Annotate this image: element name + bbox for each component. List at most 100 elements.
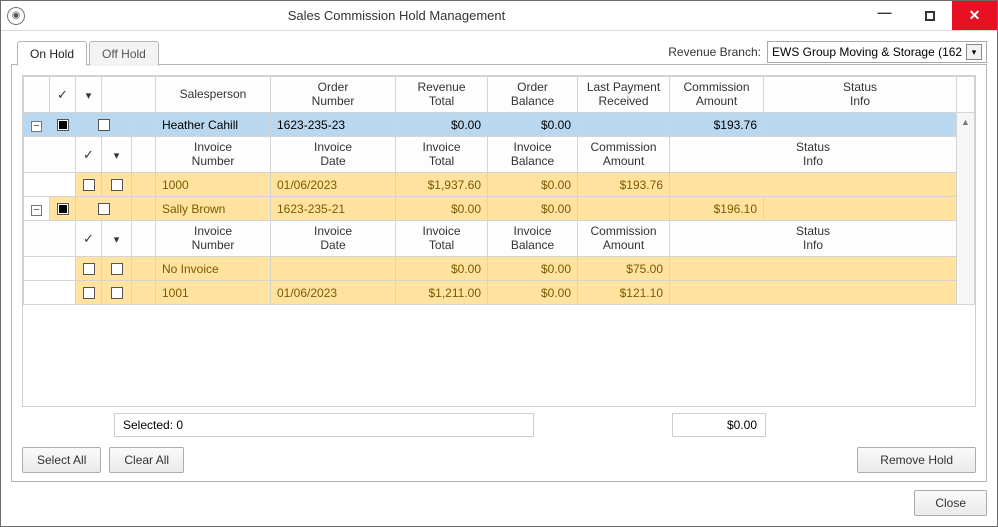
collapse-icon[interactable]: − [31,205,42,216]
col-spacer [102,77,156,113]
cell-salesperson: Heather Cahill [156,113,271,137]
cell-status-info [670,281,957,305]
table-row[interactable]: 1001 01/06/2023 $1,211.00 $0.00 $121.10 [24,281,975,305]
row-checkbox[interactable] [83,263,95,275]
cell-revenue-total: $0.00 [396,113,488,137]
subcol-invoice-number[interactable]: InvoiceNumber [156,221,271,257]
subcol-invoice-total[interactable]: InvoiceTotal [396,137,488,173]
table-row[interactable]: − Heather Cahill 1623-235-23 $0.00 $0.00… [24,113,975,137]
grid-panel: Salesperson OrderNumber RevenueTotal Ord… [11,64,987,482]
cell-salesperson: Sally Brown [156,197,271,221]
grid-body: Salesperson OrderNumber RevenueTotal Ord… [23,76,975,406]
close-window-button[interactable]: ✕ [952,1,997,30]
revenue-branch-label: Revenue Branch: [668,45,761,59]
cell-revenue-total: $0.00 [396,197,488,221]
cell-invoice-balance: $0.00 [488,257,578,281]
window-title: Sales Commission Hold Management [31,8,762,23]
subcol-status-info[interactable]: StatusInfo [670,221,957,257]
cell-status-info [764,197,957,221]
table-row[interactable]: − Sally Brown 1623-235-21 $0.00 $0.00 $1… [24,197,975,221]
col-order-number[interactable]: OrderNumber [271,77,396,113]
col-expand[interactable] [24,77,50,113]
grid: Salesperson OrderNumber RevenueTotal Ord… [22,75,976,407]
tab-off-hold[interactable]: Off Hold [89,41,159,66]
check-icon [83,148,94,162]
subcol-invoice-total[interactable]: InvoiceTotal [396,221,488,257]
cell-last-payment [578,113,670,137]
row-checkbox[interactable] [83,179,95,191]
cell-invoice-balance: $0.00 [488,173,578,197]
subcol-invoice-balance[interactable]: InvoiceBalance [488,137,578,173]
subcol-invoice-balance[interactable]: InvoiceBalance [488,221,578,257]
cell-invoice-balance: $0.00 [488,281,578,305]
tabs: On Hold Off Hold [17,40,161,65]
revenue-branch-value: EWS Group Moving & Storage (1623) [772,45,962,59]
cell-status-info [670,257,957,281]
window: ◉ Sales Commission Hold Management — ✕ O… [0,0,998,527]
subcol-tick[interactable] [76,137,102,173]
cell-invoice-number: 1000 [156,173,271,197]
maximize-icon [925,11,935,21]
close-row: Close [11,490,987,516]
row-checkbox[interactable] [98,203,110,215]
button-row: Select All Clear All Remove Hold [22,447,976,473]
subcol-commission-amount[interactable]: CommissionAmount [578,221,670,257]
selected-total: $0.00 [672,413,766,437]
cell-commission-amount: $193.76 [670,113,764,137]
maximize-button[interactable] [907,1,952,30]
col-scroll [957,77,975,113]
cell-invoice-date: 01/06/2023 [271,281,396,305]
col-dropdown[interactable] [76,77,102,113]
col-salesperson[interactable]: Salesperson [156,77,271,113]
app-icon: ◉ [7,7,25,25]
table-row[interactable]: 1000 01/06/2023 $1,937.60 $0.00 $193.76 [24,173,975,197]
minimize-button[interactable]: — [862,1,907,30]
close-button[interactable]: Close [914,490,987,516]
row-checkbox[interactable] [98,119,110,131]
collapse-icon[interactable]: − [31,121,42,132]
select-all-button[interactable]: Select All [22,447,101,473]
clear-all-button[interactable]: Clear All [109,447,184,473]
selected-count: Selected: 0 [114,413,534,437]
subcol-status-info[interactable]: StatusInfo [670,137,957,173]
check-icon [83,232,94,246]
remove-hold-button[interactable]: Remove Hold [857,447,976,473]
close-icon: ✕ [969,7,981,24]
row-checkbox[interactable] [83,287,95,299]
tab-on-hold[interactable]: On Hold [17,41,87,66]
row-checkbox[interactable] [111,287,123,299]
col-parent-check[interactable] [50,77,76,113]
cell-invoice-number: 1001 [156,281,271,305]
subcol-tick[interactable] [76,221,102,257]
cell-invoice-total: $1,211.00 [396,281,488,305]
col-status-info[interactable]: StatusInfo [764,77,957,113]
minimize-icon: — [878,4,892,20]
subcol-invoice-date[interactable]: InvoiceDate [271,137,396,173]
col-last-payment[interactable]: Last PaymentReceived [578,77,670,113]
cell-commission-amount: $75.00 [578,257,670,281]
subcol-commission-amount[interactable]: CommissionAmount [578,137,670,173]
row-checkbox[interactable] [111,179,123,191]
scroll-up-button[interactable]: ▲ [957,113,974,131]
check-icon [57,88,68,102]
cell-commission-amount: $196.10 [670,197,764,221]
cell-last-payment [578,197,670,221]
header-row: Salesperson OrderNumber RevenueTotal Ord… [24,77,975,113]
cell-invoice-total: $1,937.60 [396,173,488,197]
cell-invoice-number: No Invoice [156,257,271,281]
cell-order-number: 1623-235-23 [271,113,396,137]
table-row[interactable]: No Invoice $0.00 $0.00 $75.00 [24,257,975,281]
subcol-dropdown[interactable] [102,221,132,257]
row-checkbox[interactable] [57,203,69,215]
subcol-dropdown[interactable] [102,137,132,173]
sub-header-row: InvoiceNumber InvoiceDate InvoiceTotal I… [24,221,975,257]
col-revenue-total[interactable]: RevenueTotal [396,77,488,113]
subcol-invoice-date[interactable]: InvoiceDate [271,221,396,257]
col-order-balance[interactable]: OrderBalance [488,77,578,113]
sub-header-row: InvoiceNumber InvoiceDate InvoiceTotal I… [24,137,975,173]
row-checkbox[interactable] [57,119,69,131]
col-commission-amount[interactable]: CommissionAmount [670,77,764,113]
row-checkbox[interactable] [111,263,123,275]
subcol-invoice-number[interactable]: InvoiceNumber [156,137,271,173]
revenue-branch-select[interactable]: EWS Group Moving & Storage (1623) ▾ [767,41,987,63]
